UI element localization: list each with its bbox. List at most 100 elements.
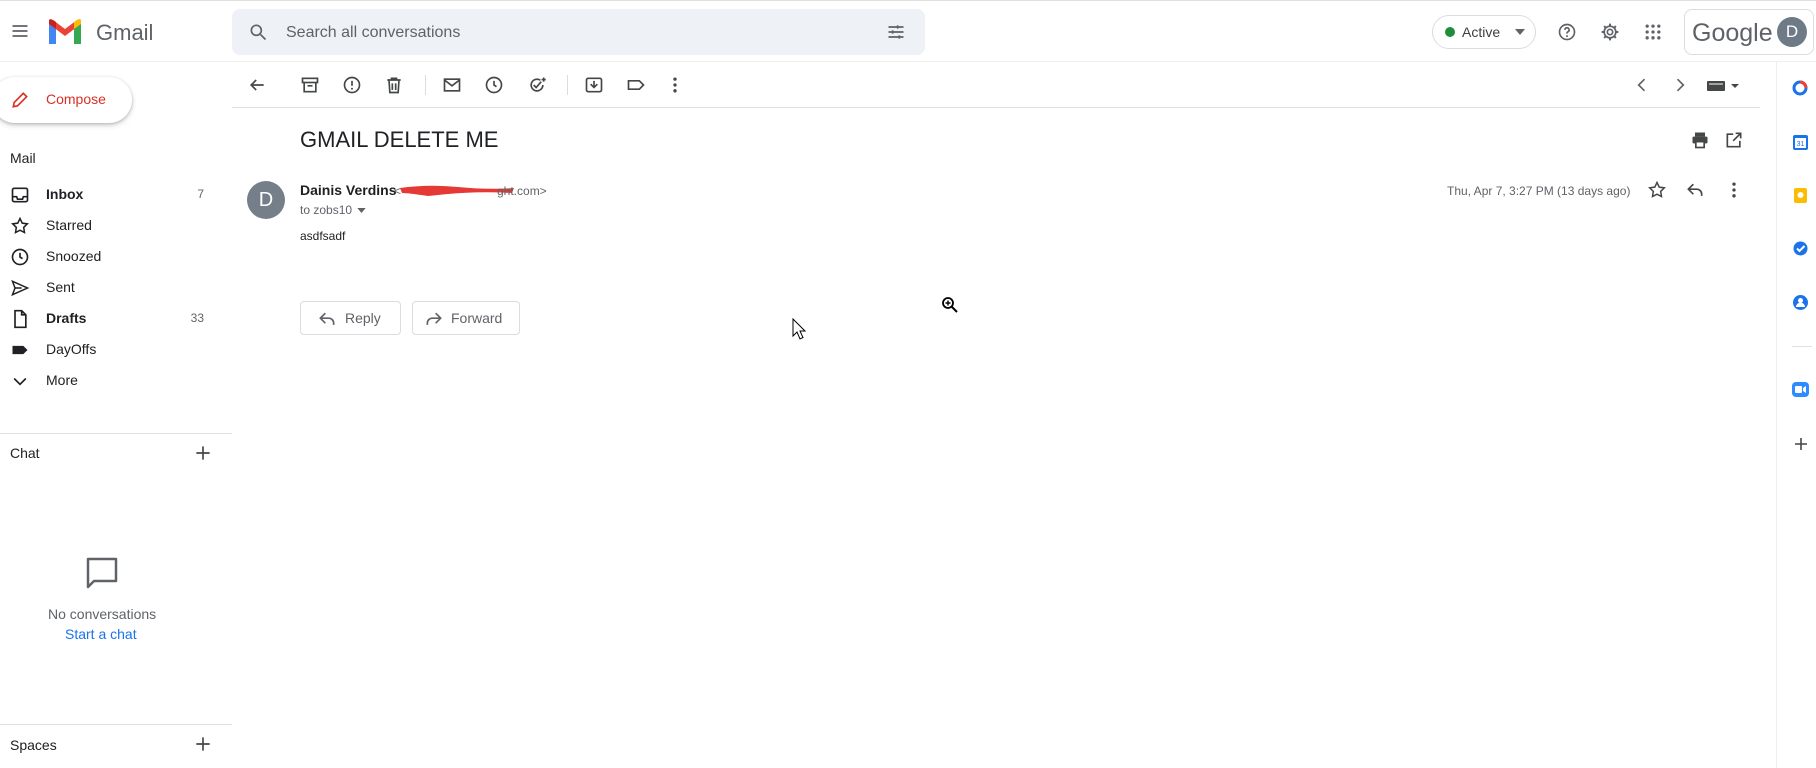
message-more-vert-icon[interactable] <box>1724 180 1744 200</box>
apps-grid-icon[interactable] <box>1643 22 1663 42</box>
status-dot-icon <box>1445 27 1455 37</box>
sidebar-item-inbox[interactable]: Inbox 7 <box>0 180 220 210</box>
label-icon <box>10 340 30 360</box>
sender-email-suffix: ght.com> <box>497 184 547 198</box>
print-icon[interactable] <box>1690 130 1710 150</box>
archive-icon[interactable] <box>298 73 322 97</box>
zoom-in-cursor-icon <box>941 296 959 314</box>
new-chat-plus-icon[interactable] <box>193 443 213 463</box>
input-tools-keyboard-icon[interactable] <box>1706 79 1740 93</box>
search-options-icon[interactable] <box>886 22 906 42</box>
mouse-pointer-icon <box>792 318 806 340</box>
show-details-caret-icon[interactable] <box>357 208 366 213</box>
reply-arrow-icon <box>317 309 337 329</box>
sender-name[interactable]: Dainis Verdins <box>300 182 396 198</box>
sidebar-item-starred[interactable]: Starred <box>0 211 220 241</box>
move-to-icon[interactable] <box>582 73 606 97</box>
top-bar: Gmail Active Google D <box>0 0 1816 62</box>
sidebar-item-label: Sent <box>46 279 75 295</box>
sidebar-item-label: Drafts <box>46 310 87 326</box>
get-addons-plus-icon[interactable] <box>1793 436 1809 452</box>
open-new-window-icon[interactable] <box>1724 130 1744 150</box>
pencil-icon <box>10 90 30 110</box>
draft-count: 33 <box>190 311 204 325</box>
back-arrow-icon[interactable] <box>245 73 269 97</box>
sender-avatar[interactable]: D <box>247 181 285 219</box>
chat-empty-text: No conversations <box>48 606 157 622</box>
unread-count: 7 <box>197 187 204 201</box>
reply-icon[interactable] <box>1685 180 1705 200</box>
send-icon <box>10 278 30 298</box>
start-chat-link[interactable]: Start a chat <box>65 626 137 642</box>
avatar[interactable]: D <box>1777 17 1807 47</box>
status-label: Active <box>1462 24 1501 40</box>
side-panel-rail <box>1776 62 1816 768</box>
email-subject: GMAIL DELETE ME <box>300 127 499 152</box>
chevron-down-icon <box>10 371 30 391</box>
sidebar-item-snoozed[interactable]: Snoozed <box>0 242 220 272</box>
search-bar[interactable] <box>232 9 925 55</box>
keep-icon[interactable] <box>1792 187 1809 204</box>
svg-text:31: 31 <box>1797 141 1805 148</box>
sidebar-item-label: More <box>46 372 78 388</box>
toolbar-divider <box>567 75 568 95</box>
toolbar-divider <box>425 75 426 95</box>
trash-icon[interactable] <box>382 73 406 97</box>
chat-section-title[interactable]: Chat <box>10 445 40 461</box>
inbox-icon <box>10 185 30 205</box>
reply-button[interactable]: Reply <box>300 301 401 335</box>
new-space-plus-icon[interactable] <box>193 734 213 754</box>
snooze-clock-icon[interactable] <box>482 73 506 97</box>
sidebar-divider <box>0 724 232 725</box>
status-selector[interactable]: Active <box>1432 15 1536 49</box>
forward-button[interactable]: Forward <box>412 301 520 335</box>
sidebar-item-sent[interactable]: Sent <box>0 273 220 303</box>
recipients-line: to zobs10 <box>300 203 353 217</box>
star-message-icon[interactable] <box>1647 180 1667 200</box>
search-icon[interactable] <box>248 22 268 42</box>
newer-chevron-left-icon[interactable] <box>1630 73 1654 97</box>
forward-label: Forward <box>451 310 503 326</box>
forward-arrow-icon <box>424 309 444 329</box>
sidebar-item-label: Starred <box>46 217 92 233</box>
sidebar-item-label: Inbox <box>46 186 84 202</box>
zoom-app-icon[interactable] <box>1791 381 1810 398</box>
report-spam-icon[interactable] <box>340 73 364 97</box>
sidebar-item-label: DayOffs <box>46 341 97 357</box>
rail-divider <box>1792 346 1812 347</box>
gmail-logo-icon[interactable] <box>47 18 83 46</box>
contacts-icon[interactable] <box>1792 294 1809 311</box>
account-switcher[interactable]: Google D <box>1684 9 1814 55</box>
caret-down-icon <box>1515 29 1525 35</box>
calendar-icon[interactable]: 31 <box>1792 134 1809 151</box>
star-icon <box>10 216 30 236</box>
older-chevron-right-icon[interactable] <box>1668 73 1692 97</box>
more-vert-icon[interactable] <box>663 73 687 97</box>
tasks-icon[interactable] <box>1792 240 1809 257</box>
app-name[interactable]: Gmail <box>96 20 153 46</box>
email-date: Thu, Apr 7, 3:27 PM (13 days ago) <box>1447 184 1631 198</box>
label-as-icon[interactable] <box>624 73 648 97</box>
toolbar-bottom-divider <box>232 107 1760 108</box>
clock-icon <box>10 247 30 267</box>
add-task-icon[interactable] <box>525 73 549 97</box>
help-icon[interactable] <box>1557 22 1577 42</box>
compose-label: Compose <box>46 91 106 107</box>
sidebar-item-drafts[interactable]: Drafts 33 <box>0 304 220 334</box>
mark-unread-icon[interactable] <box>440 73 464 97</box>
sidebar-item-dayoffs[interactable]: DayOffs <box>0 335 220 365</box>
google-wordmark: Google <box>1692 19 1773 47</box>
main-menu-icon[interactable] <box>10 21 30 41</box>
search-input[interactable] <box>284 21 848 45</box>
settings-gear-icon[interactable] <box>1600 22 1620 42</box>
email-body: asdfsadf <box>300 229 346 243</box>
compose-button[interactable]: Compose <box>0 77 132 123</box>
mail-section-title[interactable]: Mail <box>10 150 36 166</box>
workspace-app-icon[interactable] <box>1792 80 1808 96</box>
chat-bubble-icon <box>84 555 120 591</box>
sidebar-divider <box>0 433 232 434</box>
sidebar-item-more[interactable]: More <box>0 366 220 396</box>
sidebar-item-label: Snoozed <box>46 248 102 264</box>
spaces-section-title[interactable]: Spaces <box>10 737 57 753</box>
reply-label: Reply <box>345 310 381 326</box>
